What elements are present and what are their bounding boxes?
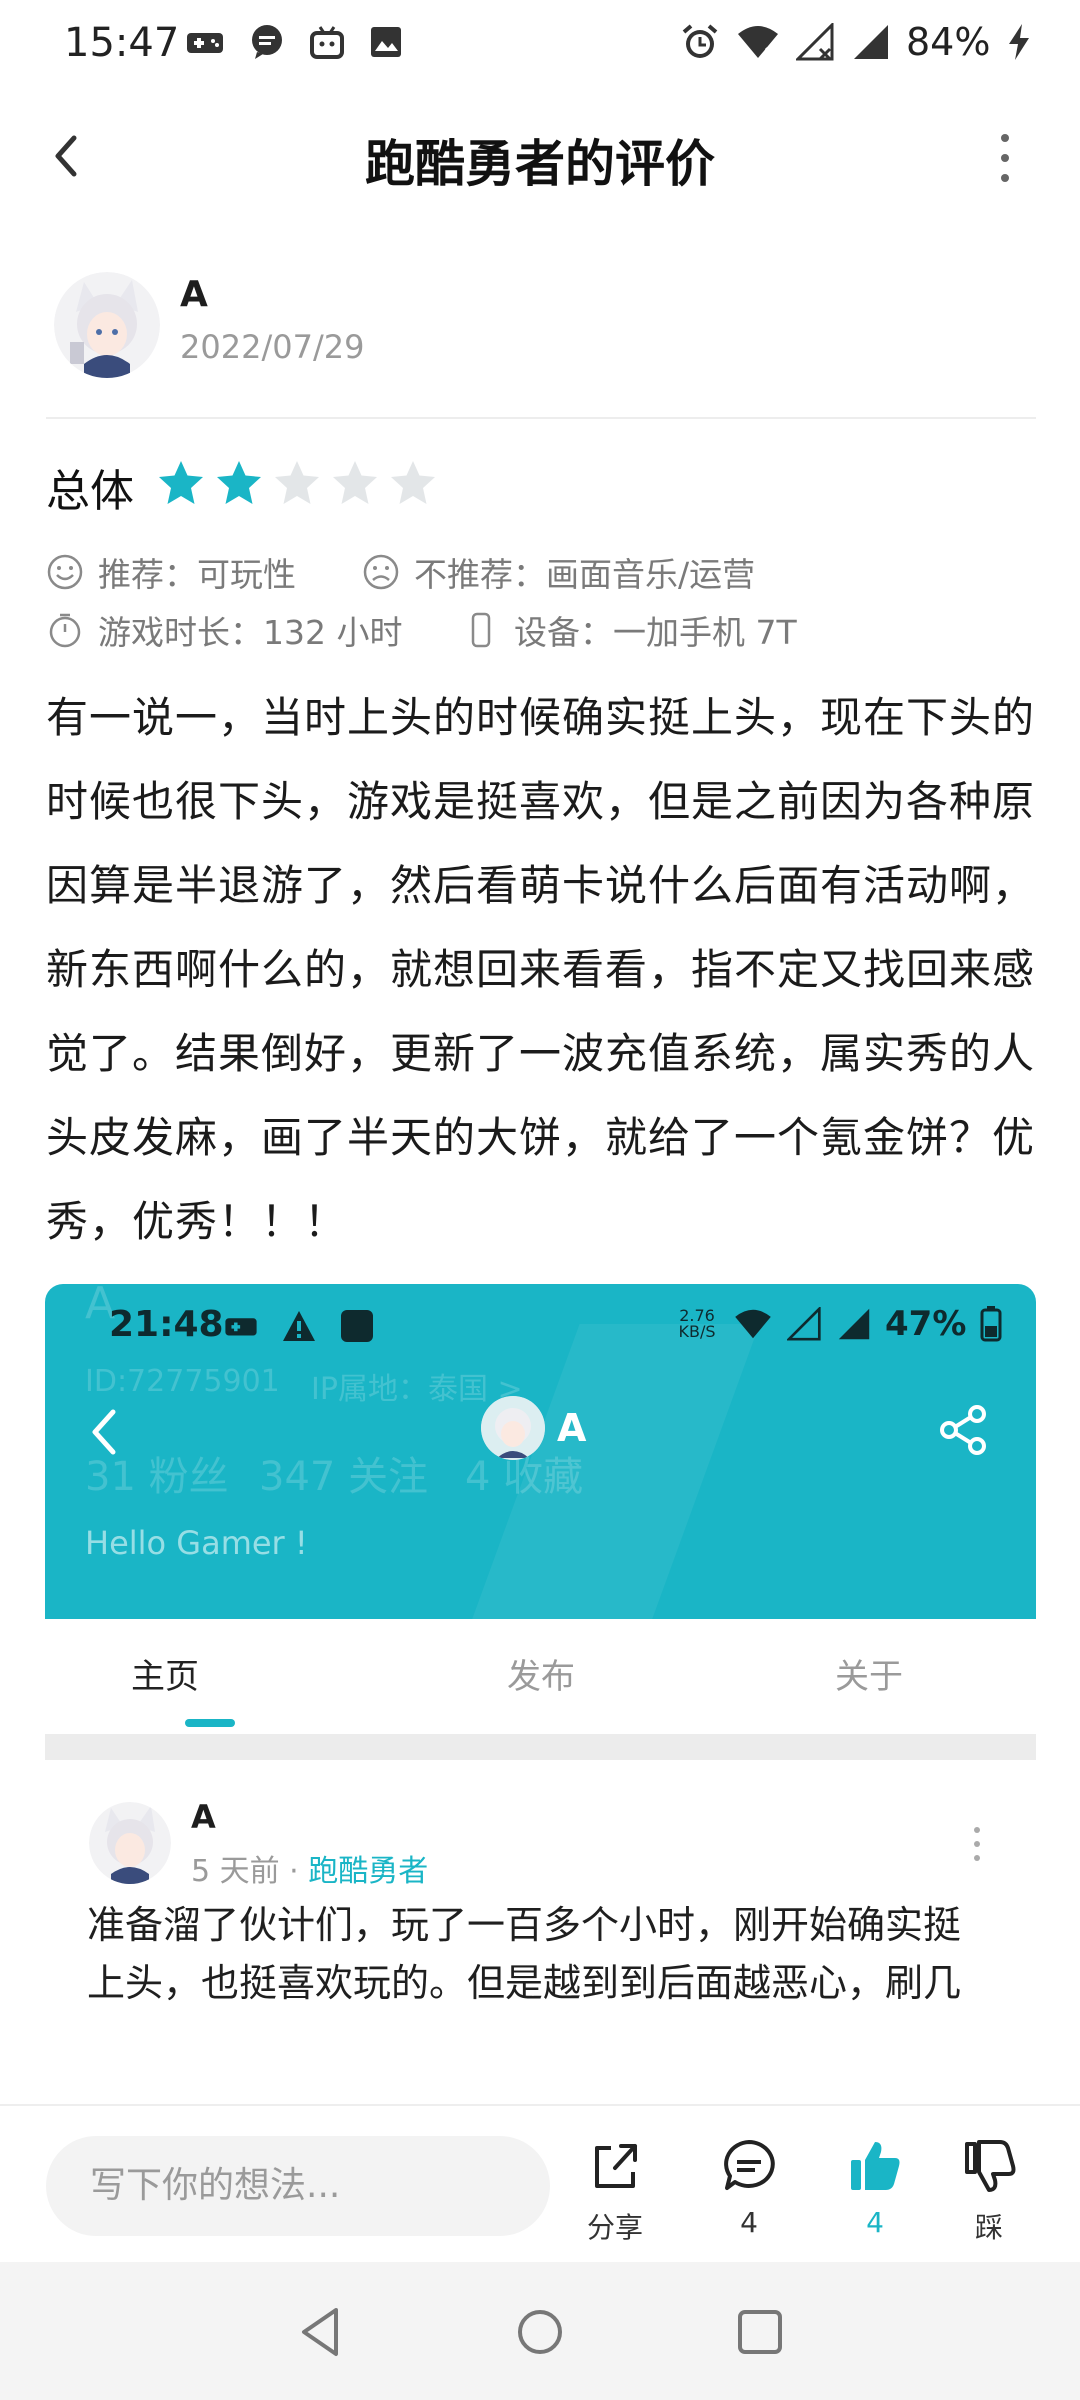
recommend-text: 推荐：可玩性 bbox=[98, 555, 296, 594]
image-icon bbox=[371, 27, 401, 57]
nav-recents-icon[interactable] bbox=[730, 2302, 790, 2362]
profile-avatar bbox=[481, 1396, 545, 1460]
bilibili-icon bbox=[310, 26, 344, 59]
share-external-icon bbox=[595, 2144, 637, 2188]
phone-icon bbox=[471, 612, 491, 648]
nav-back-icon[interactable] bbox=[292, 2302, 352, 2362]
share-label: 分享 bbox=[586, 2211, 643, 2244]
frown-icon bbox=[363, 554, 399, 590]
like-button[interactable]: 4 bbox=[820, 2136, 930, 2239]
not-recommend-text: 不推荐：画面音乐/运营 bbox=[414, 555, 756, 594]
battery-percent: 84% bbox=[906, 20, 991, 64]
active-tab-indicator bbox=[185, 1719, 235, 1727]
timer-icon bbox=[49, 613, 81, 648]
post-time: 5 天前 bbox=[191, 1854, 280, 1889]
signal-off-icon bbox=[787, 1307, 821, 1341]
signal-icon bbox=[838, 1308, 870, 1340]
tab-home: 主页 bbox=[131, 1657, 199, 1697]
review-date: 2022/07/29 bbox=[180, 328, 365, 366]
status-bar: 15:47 84% bbox=[0, 0, 1080, 90]
comment-count: 4 bbox=[740, 2206, 758, 2239]
warning-icon bbox=[283, 1311, 315, 1341]
playtime-text: 游戏时长：132 小时 bbox=[98, 613, 403, 652]
share-icon bbox=[940, 1405, 986, 1455]
star-rating bbox=[156, 458, 438, 508]
shot-status-left-icons bbox=[223, 1308, 375, 1344]
tab-posts: 发布 bbox=[507, 1657, 575, 1697]
dislike-button[interactable]: 踩 bbox=[934, 2136, 1044, 2246]
post-meta: 5 天前 · 跑酷勇者 bbox=[191, 1846, 428, 1890]
alarm-icon bbox=[682, 24, 718, 58]
not-recommend-row: 不推荐：画面音乐/运营 bbox=[362, 548, 755, 596]
shot-status-time: 21:48 bbox=[109, 1304, 224, 1345]
thumbs-up-icon bbox=[851, 2142, 900, 2190]
device-text: 设备：一加手机 7T bbox=[514, 613, 797, 652]
tab-about: 关于 bbox=[835, 1657, 903, 1697]
profile-tabs: 主页 发布 关于 bbox=[45, 1619, 1036, 1734]
watermark-id: ID:72775901 bbox=[85, 1364, 280, 1399]
action-bar: 写下你的想法... 分享 4 4 踩 bbox=[0, 2104, 1080, 2264]
system-nav-bar bbox=[0, 2262, 1080, 2400]
post-game-tag: 跑酷勇者 bbox=[308, 1854, 429, 1889]
more-vertical-icon[interactable] bbox=[990, 128, 1020, 188]
review-text: 有一说一，当时上头的时候确实挺上头，现在下头的时候也很下头，游戏是挺喜欢，但是之… bbox=[46, 693, 1036, 1246]
comment-icon bbox=[724, 2140, 775, 2190]
page-title: 跑酷勇者的评价 bbox=[365, 135, 715, 193]
watermark-hello: Hello Gamer ! bbox=[85, 1524, 308, 1562]
app-icon bbox=[341, 1310, 373, 1342]
playtime-row: 游戏时长：132 小时 bbox=[46, 606, 402, 654]
meta-separator: · bbox=[289, 1854, 299, 1889]
review-screenshot[interactable]: A ID:72775901 IP属地：泰国 > 31 粉丝 347 关注 4 收… bbox=[45, 1284, 1036, 2019]
star-filled-icon bbox=[159, 461, 203, 504]
status-right-icons: 84% bbox=[680, 20, 1032, 64]
like-count: 4 bbox=[866, 2206, 884, 2239]
nav-home-icon[interactable] bbox=[510, 2302, 570, 2362]
more-vertical-icon bbox=[974, 1827, 980, 1861]
star-empty-icon bbox=[275, 461, 319, 504]
comment-button[interactable]: 4 bbox=[694, 2136, 804, 2239]
rating-label: 总体 bbox=[46, 466, 134, 517]
gamepad-icon bbox=[187, 33, 223, 53]
share-button[interactable]: 分享 bbox=[560, 2136, 670, 2246]
wifi-icon bbox=[738, 26, 778, 60]
watermark-ip: IP属地：泰国 > bbox=[311, 1372, 523, 1407]
battery-icon bbox=[980, 1306, 1002, 1342]
profile-banner: A ID:72775901 IP属地：泰国 > 31 粉丝 347 关注 4 收… bbox=[45, 1284, 1036, 1624]
section-gap bbox=[45, 1734, 1036, 1760]
shot-battery: 47% bbox=[885, 1304, 967, 1344]
device-row: 设备：一加手机 7T bbox=[462, 606, 797, 654]
author-name[interactable]: A bbox=[180, 274, 208, 315]
shot-status-right: 2.76 KB/S 47% bbox=[675, 1304, 1002, 1344]
charging-icon bbox=[1009, 24, 1030, 60]
profile-name: A bbox=[557, 1406, 587, 1450]
net-speed: 2.76 KB/S bbox=[678, 1306, 716, 1341]
comment-input[interactable]: 写下你的想法... bbox=[46, 2136, 550, 2236]
post-author-name: A bbox=[191, 1798, 216, 1836]
gamepad-icon bbox=[225, 1318, 257, 1336]
star-filled-icon bbox=[217, 461, 261, 504]
signal-off-icon bbox=[796, 23, 834, 61]
smile-icon bbox=[47, 554, 83, 590]
author-avatar[interactable] bbox=[54, 272, 160, 378]
post-text: 准备溜了伙计们，玩了一百多个小时，刚开始确实挺上头，也挺喜欢玩的。但是越到到后面… bbox=[87, 1903, 962, 2005]
divider bbox=[46, 417, 1036, 419]
status-left-icons bbox=[185, 24, 403, 60]
app-header: 跑酷勇者的评价 bbox=[0, 100, 1080, 210]
post-avatar bbox=[89, 1802, 171, 1884]
message-icon bbox=[252, 25, 282, 59]
star-empty-icon bbox=[391, 461, 435, 504]
back-arrow-icon bbox=[92, 1409, 116, 1455]
signal-icon bbox=[854, 25, 888, 59]
watermark-follow: 347 关注 bbox=[259, 1454, 429, 1500]
wifi-icon bbox=[735, 1309, 771, 1339]
status-time: 15:47 bbox=[64, 20, 180, 66]
star-empty-icon bbox=[333, 461, 377, 504]
dislike-label: 踩 bbox=[974, 2211, 1003, 2244]
recommend-row: 推荐：可玩性 bbox=[46, 548, 296, 596]
thumbs-down-icon bbox=[965, 2140, 1016, 2192]
